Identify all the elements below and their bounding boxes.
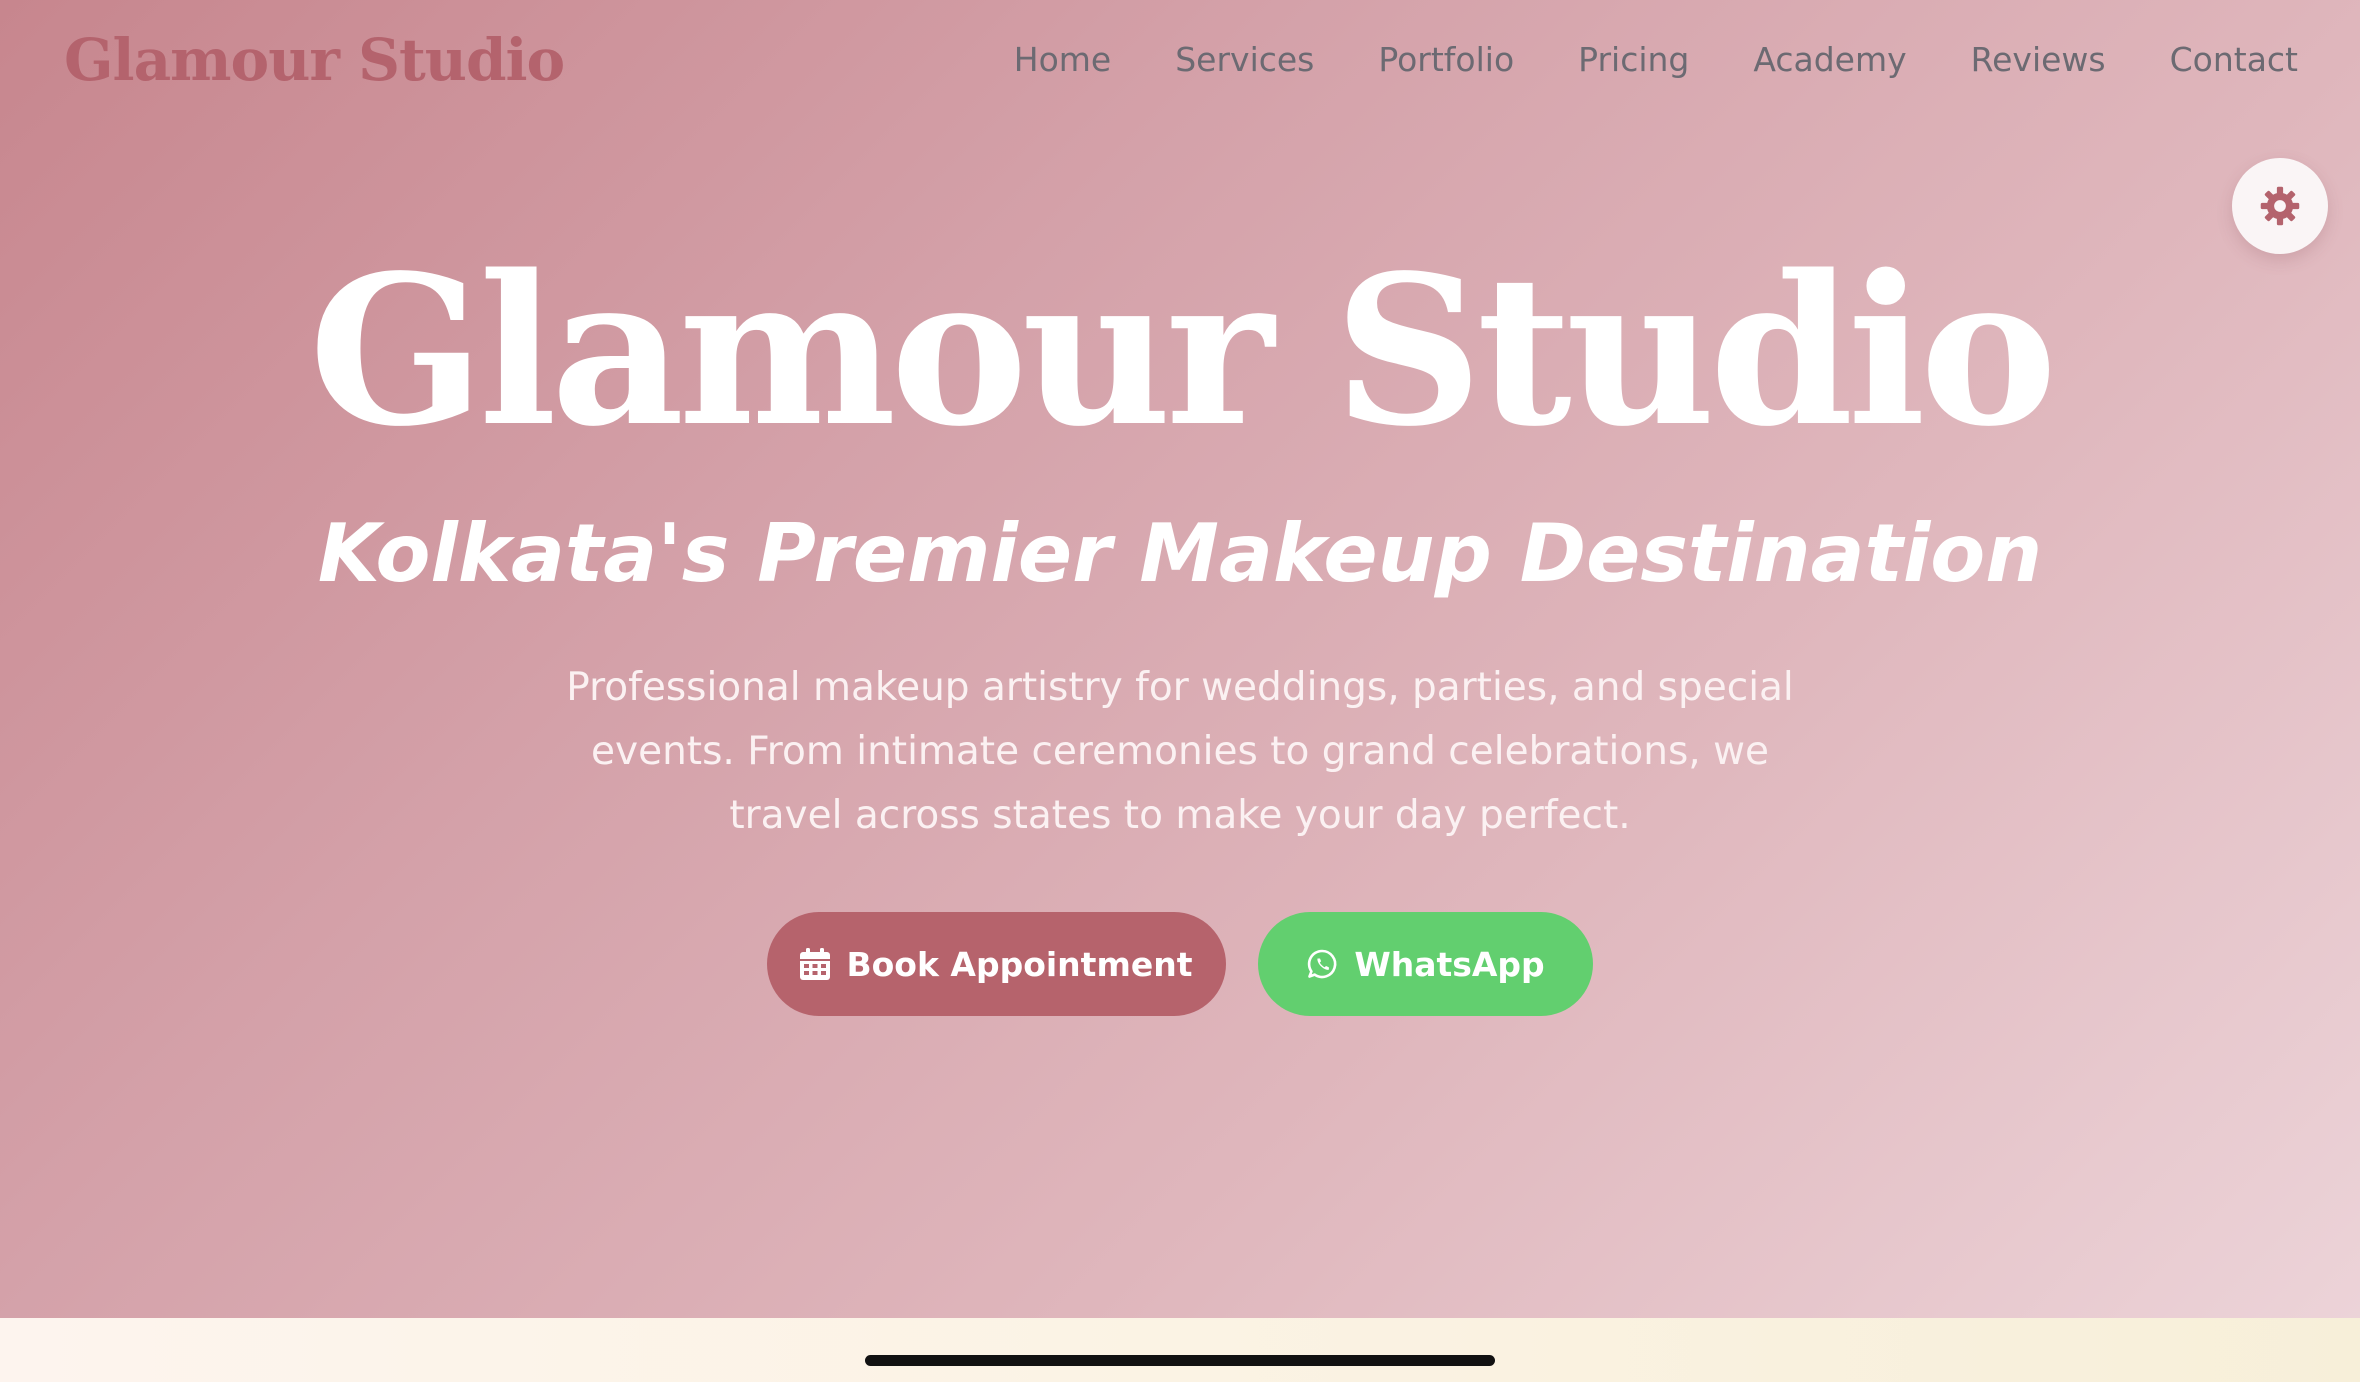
main-nav: Home Services Portfolio Pricing Academy … xyxy=(1014,40,2298,79)
settings-button[interactable] xyxy=(2232,158,2328,254)
whatsapp-icon xyxy=(1308,949,1337,979)
home-indicator xyxy=(865,1355,1495,1366)
nav-academy[interactable]: Academy xyxy=(1753,40,1906,79)
book-appointment-button[interactable]: Book Appointment xyxy=(767,912,1226,1016)
nav-portfolio[interactable]: Portfolio xyxy=(1378,40,1514,79)
hero-description: Professional makeup artistry for wedding… xyxy=(566,665,1794,838)
book-appointment-label: Book Appointment xyxy=(846,944,1193,984)
nav-home[interactable]: Home xyxy=(1014,40,1111,79)
nav-pricing[interactable]: Pricing xyxy=(1578,40,1689,79)
hero-title: Glamour Studio xyxy=(308,230,2057,472)
whatsapp-label: WhatsApp xyxy=(1354,944,1545,984)
hero-subtitle: Kolkata's Premier Makeup Destination xyxy=(317,507,2043,600)
nav-services[interactable]: Services xyxy=(1175,40,1314,79)
page: Glamour Studio Home Services Portfolio P… xyxy=(0,0,2360,1382)
gear-icon xyxy=(2260,186,2300,226)
brand-logo[interactable]: Glamour Studio xyxy=(64,26,565,94)
nav-reviews[interactable]: Reviews xyxy=(1971,40,2106,79)
next-section-strip xyxy=(0,1318,2360,1382)
nav-contact[interactable]: Contact xyxy=(2170,40,2298,79)
whatsapp-button[interactable]: WhatsApp xyxy=(1258,912,1593,1016)
hero-section: Glamour Studio Home Services Portfolio P… xyxy=(0,0,2360,1318)
calendar-icon xyxy=(800,948,831,980)
